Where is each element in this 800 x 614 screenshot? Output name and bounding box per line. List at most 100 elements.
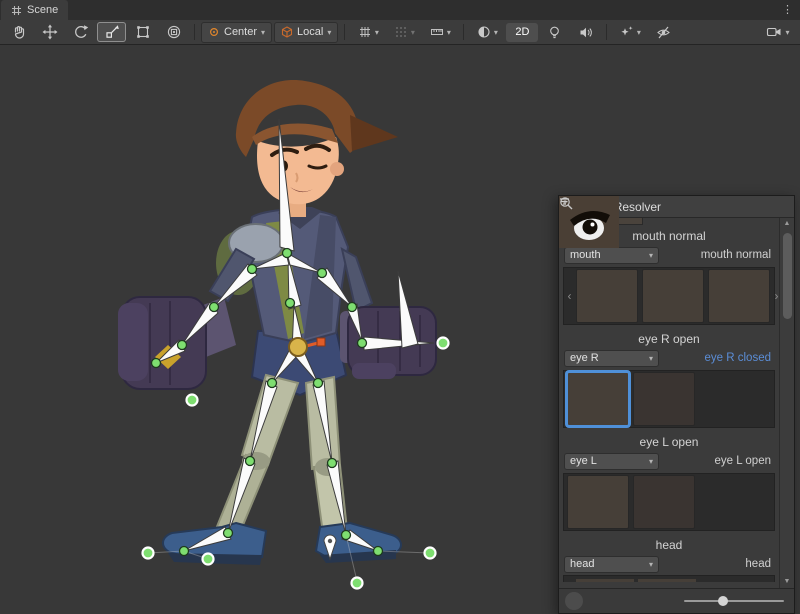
- category-dropdown-head[interactable]: head ▾: [564, 556, 659, 573]
- scene-viewport[interactable]: ≡ Sprite Resolver mouth normal mouth ▾ m…: [0, 45, 800, 614]
- tab-scene[interactable]: Scene: [1, 0, 68, 20]
- kebab-menu-icon[interactable]: ⋮: [775, 0, 800, 20]
- chevron-down-icon: ▾: [649, 251, 653, 260]
- scrollbar-thumb[interactable]: [783, 233, 792, 319]
- sprite-strip-eye-r: [563, 370, 775, 428]
- space-label: Local: [297, 26, 323, 38]
- grid-visibility-dropdown[interactable]: ▾: [351, 22, 385, 42]
- scale-tool-button[interactable]: [97, 22, 126, 42]
- panel-scrollbar[interactable]: ▲ ▼: [779, 218, 794, 588]
- tab-scene-label: Scene: [27, 4, 58, 16]
- chevron-down-icon: ▾: [447, 28, 451, 37]
- dropdown-label: eye R: [570, 352, 599, 364]
- sprite-thumb-mouth-smile[interactable]: [708, 269, 770, 323]
- sprite-strip-mouth: ‹: [563, 267, 775, 325]
- ruler-icon: [430, 25, 444, 39]
- control-row-mouth: mouth ▾ mouth normal: [561, 245, 777, 265]
- transform-tool-button[interactable]: [159, 22, 188, 42]
- rotate-tool-button[interactable]: [66, 22, 95, 42]
- strip-next-icon[interactable]: ›: [772, 290, 779, 302]
- chevron-down-icon: ▾: [411, 28, 415, 37]
- sprite-resolver-panel: ≡ Sprite Resolver mouth normal mouth ▾ m…: [558, 195, 795, 614]
- scroll-down-icon[interactable]: ▼: [784, 576, 791, 588]
- speaker-icon: [578, 25, 593, 40]
- chevron-down-icon: ▾: [327, 28, 331, 37]
- control-row-eye-l: eye L ▾ eye L open: [561, 451, 777, 471]
- rect-tool-icon: [135, 24, 151, 40]
- pan-tool-button[interactable]: [4, 22, 33, 42]
- scroll-up-icon[interactable]: ▲: [784, 218, 791, 230]
- effects-dropdown[interactable]: ▾: [613, 22, 647, 42]
- dotted-grid-icon: [394, 25, 408, 39]
- section-header-head: head: [561, 534, 777, 554]
- grid-icon: [11, 5, 22, 16]
- shading-mode-dropdown[interactable]: ▾: [470, 22, 504, 42]
- slider-track[interactable]: [684, 600, 784, 602]
- chevron-down-icon: ▾: [649, 457, 653, 466]
- toolbar-separator: [344, 24, 345, 40]
- space-dropdown[interactable]: Local ▾: [274, 22, 338, 43]
- toolbar-separator: [606, 24, 607, 40]
- transform-tool-icon: [166, 24, 182, 40]
- move-tool-button[interactable]: [35, 22, 64, 42]
- section-header-eye-l: eye L open: [561, 431, 777, 451]
- panel-footer: [559, 588, 794, 613]
- chevron-down-icon: ▾: [649, 560, 653, 569]
- sparkles-icon: [620, 25, 634, 39]
- thumbnail-size-slider[interactable]: [684, 596, 784, 606]
- selected-sprite-label: eye L open: [715, 455, 774, 467]
- scene-camera-dropdown[interactable]: ▾: [760, 22, 796, 42]
- light-bulb-icon: [547, 25, 562, 40]
- zoom-in-icon[interactable]: [559, 196, 574, 211]
- category-dropdown-mouth[interactable]: mouth ▾: [564, 247, 659, 264]
- 2d-label: 2D: [515, 26, 529, 38]
- filter-button[interactable]: [565, 592, 583, 610]
- slider-handle[interactable]: [718, 596, 728, 606]
- character-sprite: [118, 80, 436, 565]
- snap-increment-dropdown[interactable]: ▾: [423, 22, 457, 42]
- lighting-toggle-button[interactable]: [540, 22, 569, 42]
- snap-grid-dropdown[interactable]: ▾: [387, 22, 421, 42]
- selected-sprite-label: mouth normal: [701, 249, 774, 261]
- control-row-eye-r: eye R ▾ eye R closed: [561, 348, 777, 368]
- shaded-sphere-icon: [477, 25, 491, 39]
- grid-lines-icon: [358, 25, 372, 39]
- chevron-down-icon: ▾: [261, 28, 265, 37]
- rotate-icon: [73, 24, 89, 40]
- toolbar-separator: [194, 24, 195, 40]
- category-dropdown-eye-r[interactable]: eye R ▾: [564, 350, 659, 367]
- rect-tool-button[interactable]: [128, 22, 157, 42]
- scene-toolbar: Center ▾ Local ▾ ▾ ▾ ▾: [0, 20, 800, 45]
- chevron-down-icon: ▾: [649, 354, 653, 363]
- sprite-thumb-eye-l-open[interactable]: [633, 475, 695, 529]
- category-dropdown-eye-l[interactable]: eye L ▾: [564, 453, 659, 470]
- camera-icon: [766, 25, 782, 39]
- scale-icon: [104, 24, 120, 40]
- chevron-down-icon: ▾: [785, 28, 789, 37]
- scene-visibility-toggle-button[interactable]: [649, 22, 678, 42]
- sprite-thumb-mouth-open[interactable]: [576, 269, 638, 323]
- clipped-strip-head: [563, 575, 775, 582]
- dropdown-label: mouth: [570, 249, 601, 261]
- sprite-thumb-eye-l-brow[interactable]: [567, 475, 629, 529]
- pivot-dropdown[interactable]: Center ▾: [201, 22, 272, 43]
- section-header-eye-r: eye R open: [561, 328, 777, 348]
- strip-prev-icon[interactable]: ‹: [565, 290, 574, 302]
- control-row-head: head ▾ head: [561, 554, 777, 574]
- scene-tab-bar: Scene ⋮: [0, 0, 800, 20]
- eye-hidden-icon: [656, 25, 671, 40]
- pivot-icon: [208, 26, 220, 38]
- 2d-toggle-button[interactable]: 2D: [506, 23, 538, 42]
- pivot-label: Center: [224, 26, 257, 38]
- dropdown-label: eye L: [570, 455, 597, 467]
- audio-toggle-button[interactable]: [571, 22, 600, 42]
- sprite-thumb-mouth-closed[interactable]: [642, 269, 704, 323]
- sprite-thumb-eye-r-open[interactable]: [567, 372, 629, 426]
- chevron-down-icon: ▾: [375, 28, 379, 37]
- move-icon: [42, 24, 58, 40]
- sprite-thumb-eye-r-closed[interactable]: [633, 372, 695, 426]
- selected-sprite-link[interactable]: eye R closed: [705, 352, 774, 364]
- sprite-strip-eye-l: [563, 473, 775, 531]
- cube-icon: [281, 26, 293, 38]
- selected-sprite-label: head: [745, 558, 774, 570]
